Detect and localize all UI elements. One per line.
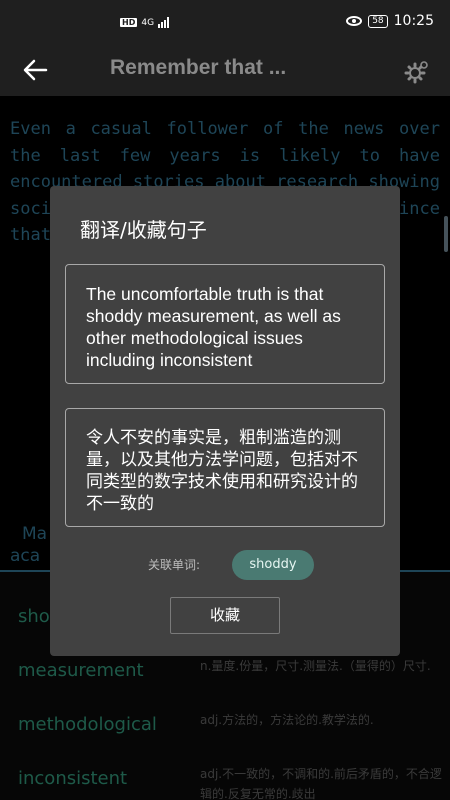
- chinese-translation: 令人不安的事实是，粗制滥造的测量，以及其他方法学问题，包括对不同类型的数字技术使…: [86, 428, 358, 514]
- hd-icon: HD: [120, 18, 138, 27]
- english-sentence-box[interactable]: The uncomfortable truth is that shoddy m…: [65, 264, 385, 384]
- network-indicator: HD 4G: [120, 17, 170, 28]
- eye-icon: [346, 16, 363, 26]
- battery-indicator: 58: [368, 14, 388, 28]
- network-label: 4G: [141, 17, 155, 28]
- page-title: Remember that ...: [110, 56, 287, 79]
- clock: 10:25: [393, 13, 434, 29]
- associated-word-chip[interactable]: shoddy: [232, 550, 314, 580]
- save-button[interactable]: 收藏: [170, 597, 280, 634]
- settings-button[interactable]: [402, 56, 432, 86]
- gear-icon: [404, 61, 428, 84]
- arrow-left-icon: [23, 59, 48, 81]
- app-bar: Remember that ...: [0, 44, 450, 96]
- translate-dialog: 翻译/收藏句子 The uncomfortable truth is that …: [50, 186, 400, 656]
- associated-word-label: 关联单词:: [148, 558, 201, 572]
- signal-icon: [158, 17, 170, 28]
- english-sentence: The uncomfortable truth is that shoddy m…: [86, 284, 341, 370]
- status-bar: HD 4G 58 10:25: [0, 0, 450, 44]
- back-button[interactable]: [20, 56, 50, 84]
- dialog-title: 翻译/收藏句子: [80, 218, 207, 242]
- chinese-translation-box[interactable]: 令人不安的事实是，粗制滥造的测量，以及其他方法学问题，包括对不同类型的数字技术使…: [65, 408, 385, 527]
